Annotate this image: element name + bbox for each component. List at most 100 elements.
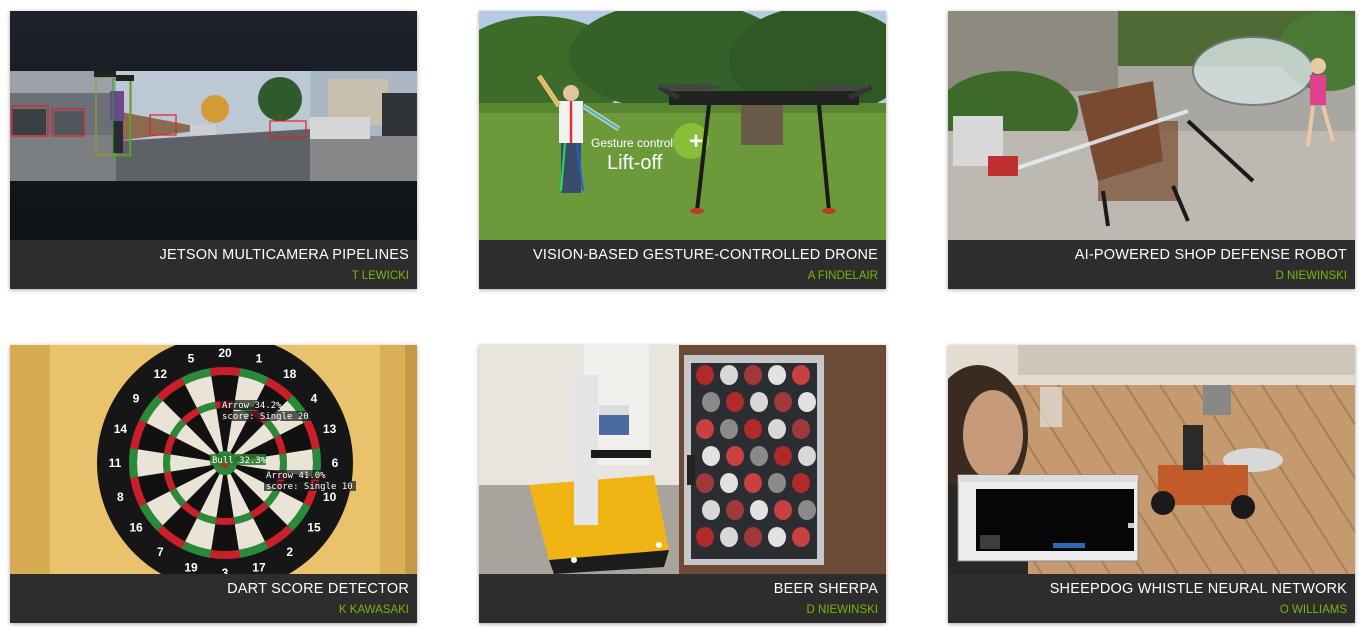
dartboard-number: 11 xyxy=(109,456,122,470)
project-card-dart-score-detector[interactable]: 20 1 18 4 13 6 10 15 2 17 3 19 7 16 8 11 14 9 12 5 Arrow 34… xyxy=(10,345,417,623)
dartboard-number: 6 xyxy=(332,456,339,470)
beer-can xyxy=(774,392,792,412)
project-card-jetson-multicamera[interactable]: JETSON MULTICAMERA PIPELINES T LEWICKI xyxy=(10,11,417,289)
project-title[interactable]: VISION-BASED GESTURE-CONTROLLED DRONE xyxy=(487,246,878,264)
dartboard-segment xyxy=(209,367,241,377)
sheepdog-whistle-image xyxy=(948,345,1355,574)
project-card-shop-defense-robot[interactable]: AI-POWERED SHOP DEFENSE ROBOT D NIEWINSK… xyxy=(948,11,1355,289)
beer-can xyxy=(702,500,720,520)
beer-can xyxy=(726,446,744,466)
card-caption: BEER SHERPA D NIEWINSKI xyxy=(479,574,886,623)
beer-can xyxy=(702,446,720,466)
project-title[interactable]: BEER SHERPA xyxy=(487,580,878,598)
beer-can xyxy=(792,527,810,547)
project-thumbnail[interactable] xyxy=(479,345,886,574)
beer-can xyxy=(744,473,762,493)
project-author[interactable]: K KAWASAKI xyxy=(18,602,409,618)
dartboard-number: 18 xyxy=(283,367,297,381)
drone-overlay-line1: Gesture control xyxy=(591,136,673,150)
dartboard-number: 5 xyxy=(188,351,195,365)
beer-can xyxy=(744,419,762,439)
project-title[interactable]: AI-POWERED SHOP DEFENSE ROBOT xyxy=(956,246,1347,264)
beer-can xyxy=(792,419,810,439)
beer-can xyxy=(696,527,714,547)
dartboard-number: 9 xyxy=(133,391,140,405)
dartboard-number: 8 xyxy=(117,490,124,504)
beer-can xyxy=(720,473,738,493)
project-thumbnail[interactable] xyxy=(948,11,1355,240)
beer-can xyxy=(774,446,792,466)
card-caption: SHEEPDOG WHISTLE NEURAL NETWORK O WILLIA… xyxy=(948,574,1355,623)
dartboard-number: 4 xyxy=(311,391,318,405)
project-thumbnail[interactable]: + Gesture control Lift-off xyxy=(479,11,886,240)
project-thumbnail[interactable]: 20 1 18 4 13 6 10 15 2 17 3 19 7 16 8 11 14 9 12 5 Arrow 34… xyxy=(10,345,417,574)
beer-can xyxy=(696,365,714,385)
project-author[interactable]: A FINDELAIR xyxy=(487,268,878,284)
project-author[interactable]: T LEWICKI xyxy=(18,268,409,284)
beer-can xyxy=(798,392,816,412)
dartboard-number: 7 xyxy=(157,545,164,559)
beer-can xyxy=(720,419,738,439)
beer-can xyxy=(696,419,714,439)
project-author[interactable]: O WILLIAMS xyxy=(956,602,1347,618)
beer-can xyxy=(750,392,768,412)
project-title[interactable]: SHEEPDOG WHISTLE NEURAL NETWORK xyxy=(956,580,1347,598)
project-card-gesture-drone[interactable]: + Gesture control Lift-off VISION-BASED … xyxy=(479,11,886,289)
drone-image: + Gesture control Lift-off xyxy=(479,11,886,240)
project-card-beer-sherpa[interactable]: BEER SHERPA D NIEWINSKI xyxy=(479,345,886,623)
beer-can xyxy=(744,527,762,547)
project-thumbnail[interactable] xyxy=(10,11,417,240)
beer-can xyxy=(768,527,786,547)
beer-sherpa-image xyxy=(479,345,886,574)
project-title[interactable]: JETSON MULTICAMERA PIPELINES xyxy=(18,246,409,264)
dartboard-number: 10 xyxy=(323,490,337,504)
project-thumbnail[interactable] xyxy=(948,345,1355,574)
beer-can xyxy=(726,392,744,412)
dartboard-segment xyxy=(215,517,235,525)
beer-can xyxy=(726,500,744,520)
beer-can xyxy=(768,419,786,439)
beer-can xyxy=(792,365,810,385)
dartboard-segment xyxy=(137,449,164,477)
drone-overlay-line2: Lift-off xyxy=(607,152,663,174)
dartboard-number: 2 xyxy=(286,545,293,559)
dartboard-number: 19 xyxy=(184,561,198,574)
beer-can xyxy=(768,365,786,385)
dartboard-segment xyxy=(211,524,239,551)
project-author[interactable]: D NIEWINSKI xyxy=(956,268,1347,284)
dart-label-arrow1: Arrow 34.2% xyxy=(222,401,282,411)
dartboard-segment xyxy=(209,549,241,559)
beer-can xyxy=(774,500,792,520)
beer-can xyxy=(792,473,810,493)
dartboard-number: 16 xyxy=(129,521,143,535)
project-author[interactable]: D NIEWINSKI xyxy=(487,602,878,618)
dartboard-number: 13 xyxy=(323,422,337,436)
beer-can xyxy=(702,392,720,412)
dartboard-number: 3 xyxy=(222,566,229,574)
multicamera-image xyxy=(10,11,417,240)
dartboard-segment xyxy=(211,375,239,402)
beer-can xyxy=(750,500,768,520)
dartboard-segment xyxy=(279,453,287,473)
card-caption: VISION-BASED GESTURE-CONTROLLED DRONE A … xyxy=(479,240,886,289)
dartboard-segment xyxy=(162,453,171,473)
dart-label-score2: score: Single 10 xyxy=(266,482,353,492)
dart-label-arrow2: Arrow 41.0% xyxy=(266,471,326,481)
beer-can xyxy=(720,527,738,547)
dartboard-number: 20 xyxy=(218,346,232,360)
dartboard-number: 15 xyxy=(307,521,321,535)
card-caption: AI-POWERED SHOP DEFENSE ROBOT D NIEWINSK… xyxy=(948,240,1355,289)
svg-text:+: + xyxy=(689,128,703,155)
dartboard-number: 14 xyxy=(114,422,128,436)
card-caption: JETSON MULTICAMERA PIPELINES T LEWICKI xyxy=(10,240,417,289)
dart-label-score1: score: Single 20 xyxy=(222,412,309,422)
beer-can xyxy=(798,446,816,466)
project-title[interactable]: DART SCORE DETECTOR xyxy=(18,580,409,598)
project-card-sheepdog-whistle[interactable]: SHEEPDOG WHISTLE NEURAL NETWORK O WILLIA… xyxy=(948,345,1355,623)
dart-label-bull: Bull 32.3% xyxy=(212,456,267,466)
dartboard-number: 1 xyxy=(256,351,263,365)
beer-can xyxy=(744,365,762,385)
dartboard-segment xyxy=(129,447,139,479)
defense-robot-image xyxy=(948,11,1355,240)
beer-can xyxy=(696,473,714,493)
